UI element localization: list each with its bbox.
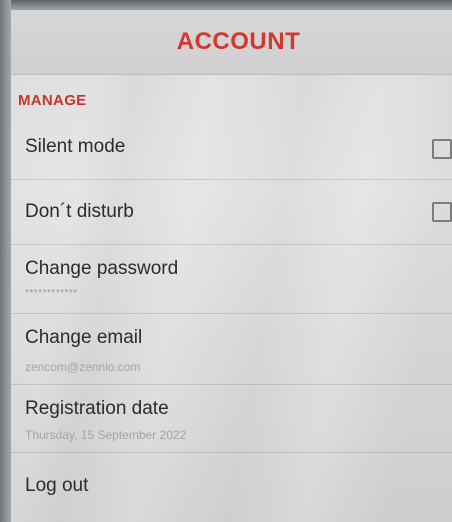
password-mask-value: ************ [25, 288, 78, 299]
device-bezel-top [0, 0, 452, 10]
page-title: ACCOUNT [176, 28, 301, 55]
silent-mode-label: Silent mode [25, 136, 126, 157]
do-not-disturb-checkbox[interactable] [432, 202, 452, 222]
change-password-label: Change password [25, 258, 179, 279]
registration-date-value: Thursday, 15 September 2022 [25, 428, 187, 442]
device-bezel-left [0, 0, 11, 522]
registration-date-label: Registration date [25, 398, 169, 419]
setting-row-registration-date: Registration date Thursday, 15 September… [11, 385, 452, 453]
setting-row-do-not-disturb[interactable]: Don´t disturb [11, 180, 452, 245]
setting-row-silent-mode[interactable]: Silent mode [11, 112, 452, 180]
change-email-label: Change email [25, 327, 143, 348]
email-value: zencom@zennio.com [25, 360, 141, 374]
setting-row-change-email[interactable]: Change email zencom@zennio.com [11, 314, 452, 385]
silent-mode-checkbox[interactable] [432, 139, 452, 159]
device-screen: ACCOUNT MANAGE Silent mode Don´t disturb… [11, 10, 452, 522]
section-header-manage: MANAGE [18, 92, 87, 109]
do-not-disturb-label: Don´t disturb [25, 201, 134, 222]
setting-row-change-password[interactable]: Change password ************ [11, 245, 452, 314]
log-out-label: Log out [25, 475, 89, 496]
app-bar: ACCOUNT [11, 10, 452, 75]
setting-row-log-out[interactable]: Log out [11, 453, 452, 522]
